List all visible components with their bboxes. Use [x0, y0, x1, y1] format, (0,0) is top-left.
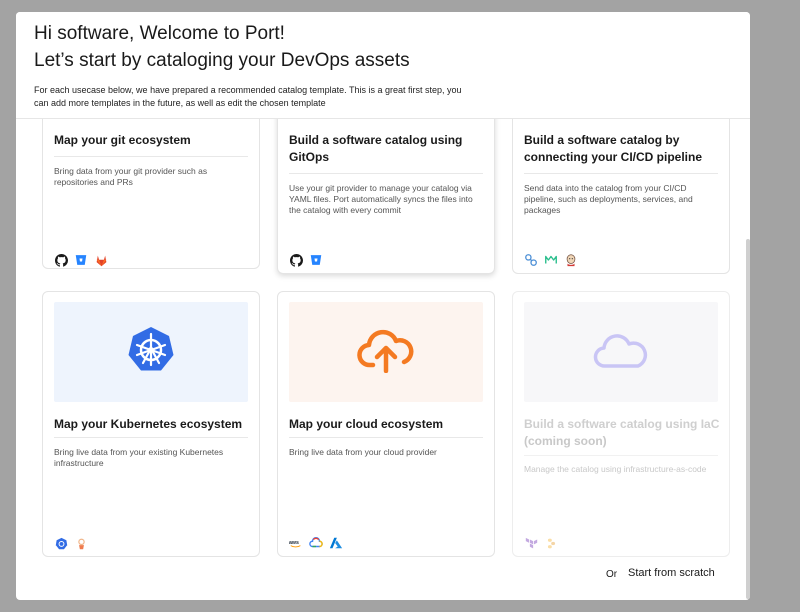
bitbucket-icon	[309, 253, 323, 267]
template-card-cicd-pipeline[interactable]: Build a software catalog by connecting y…	[512, 119, 730, 274]
cloud-upload-icon	[357, 327, 415, 378]
or-label: Or	[606, 569, 618, 580]
kubernetes-icon	[54, 536, 68, 550]
template-card-iac: Build a software catalog using IaC (comi…	[512, 291, 730, 557]
card-divider	[289, 437, 483, 438]
card-title: Map your git ecosystem	[54, 133, 191, 147]
card-title: Build a software catalog using IaC	[524, 417, 720, 431]
gitlab-icon	[94, 253, 108, 267]
card-title: Build a software catalog using GitOps	[289, 133, 463, 164]
github-icon	[289, 253, 303, 267]
card-description: Bring live data from your existing Kuber…	[54, 447, 224, 468]
template-card-gitops[interactable]: Build a software catalog using GitOps Us…	[277, 119, 495, 274]
jenkins-icon	[564, 253, 578, 267]
card-integration-icons: aws	[289, 536, 343, 550]
start-from-scratch-button[interactable]: Start from scratch	[628, 567, 715, 579]
modal-header: Hi software, Welcome to Port! Let’s star…	[16, 12, 750, 119]
bitbucket-icon	[74, 253, 88, 267]
card-divider	[54, 156, 248, 157]
card-title: Build a software catalog by connecting y…	[524, 133, 703, 164]
card-divider	[524, 173, 718, 174]
card-banner	[54, 302, 248, 402]
kubernetes-icon	[126, 325, 176, 380]
card-integration-icons	[54, 536, 88, 550]
aws-icon: aws	[289, 536, 303, 550]
page-title: Let’s start by cataloging your DevOps as…	[34, 50, 410, 71]
coming-soon-label: (coming soon)	[524, 434, 607, 448]
card-description: Send data into the catalog from your CI/…	[524, 183, 693, 215]
card-banner	[524, 302, 718, 402]
svg-text:aws: aws	[289, 540, 299, 546]
onboarding-modal: Hi software, Welcome to Port! Let’s star…	[16, 12, 750, 600]
card-banner	[289, 302, 483, 402]
template-card-kubernetes[interactable]: Map your Kubernetes ecosystem Bring live…	[42, 291, 260, 557]
cloud-icon	[593, 330, 649, 375]
card-integration-icons	[524, 536, 558, 550]
card-title: Map your cloud ecosystem	[289, 417, 444, 431]
scrollbar-thumb[interactable]	[746, 239, 750, 599]
gcp-icon	[309, 536, 323, 550]
github-icon	[54, 253, 68, 267]
terraform-icon	[524, 536, 538, 550]
template-card-git-ecosystem[interactable]: Map your git ecosystem Bring data from y…	[42, 119, 260, 269]
pulumi-icon	[544, 536, 558, 550]
codefresh-icon	[524, 253, 538, 267]
template-card-cloud[interactable]: Map your cloud ecosystem Bring live data…	[277, 291, 495, 557]
card-divider	[289, 173, 483, 174]
azure-icon	[329, 536, 343, 550]
argocd-icon	[74, 536, 88, 550]
card-description: Manage the catalog using infrastructure-…	[524, 464, 707, 474]
card-integration-icons	[524, 253, 578, 267]
welcome-title: Hi software, Welcome to Port!	[34, 23, 285, 44]
card-divider	[54, 437, 248, 438]
card-divider	[524, 455, 718, 456]
card-description: Use your git provider to manage your cat…	[289, 183, 473, 215]
page-description: For each usecase below, we have prepared…	[34, 85, 462, 108]
circleci-icon	[544, 253, 558, 267]
card-integration-icons	[54, 253, 108, 267]
template-grid: Map your git ecosystem Bring data from y…	[16, 119, 750, 559]
card-description: Bring live data from your cloud provider	[289, 447, 437, 457]
card-title: Map your Kubernetes ecosystem	[54, 417, 243, 431]
card-description: Bring data from your git provider such a…	[54, 166, 208, 187]
card-integration-icons	[289, 253, 323, 267]
